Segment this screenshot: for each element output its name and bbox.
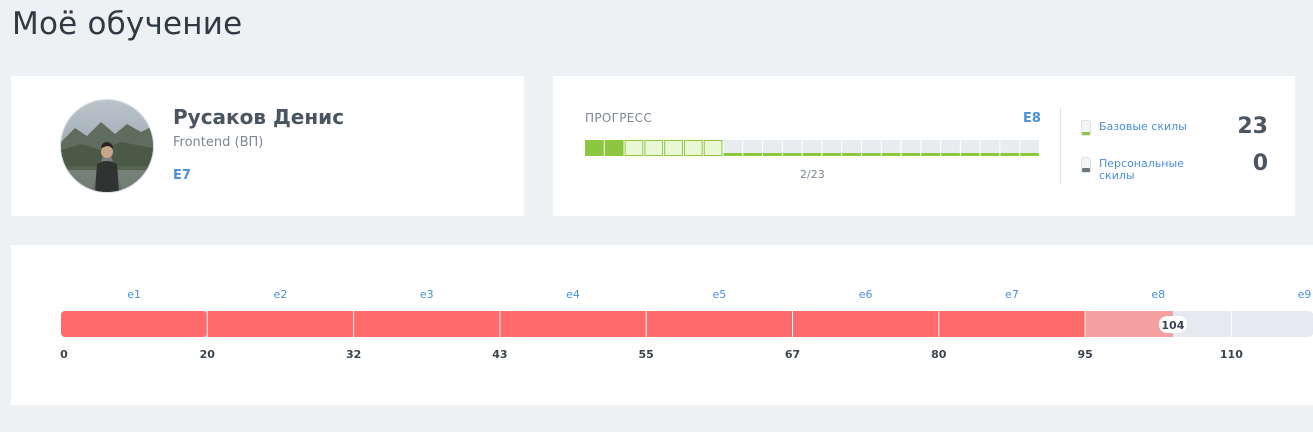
scale-tick-label: 0 bbox=[60, 348, 68, 361]
scale-divider bbox=[1084, 311, 1086, 337]
scale-divider bbox=[499, 311, 501, 337]
progress-segment-underline bbox=[960, 153, 980, 156]
progress-segment-underline bbox=[861, 153, 881, 156]
progress-segment bbox=[703, 140, 723, 156]
profile-level-link[interactable]: E7 bbox=[173, 168, 191, 183]
skill-bar-gray-icon bbox=[1081, 157, 1091, 173]
scale-level-label[interactable]: e6 bbox=[859, 288, 873, 301]
scale-level-fill bbox=[646, 311, 793, 337]
scale-tick-label: 110 bbox=[1220, 348, 1243, 361]
progress-segment-underline bbox=[763, 153, 782, 156]
progress-segment-underline bbox=[743, 153, 763, 156]
scale-tick-label: 55 bbox=[639, 348, 654, 361]
scale-level-fill bbox=[499, 311, 647, 337]
scale-tick-label: 43 bbox=[492, 348, 507, 361]
scale-tick-label: 95 bbox=[1077, 348, 1092, 361]
avatar[interactable] bbox=[61, 100, 153, 192]
scale-level-fill bbox=[353, 311, 500, 337]
scale-level-label[interactable]: e1 bbox=[127, 288, 141, 301]
level-scale-card: e1 0 e2 20 e3 32 e4 43 e5 55 e6 67 e7 80 104 e8 95 e9 110 bbox=[11, 245, 1313, 405]
progress-segment-underline bbox=[1000, 153, 1020, 156]
progress-segment-underline bbox=[1020, 153, 1039, 156]
progress-segment-underline bbox=[941, 153, 960, 156]
scale-tick-label: 32 bbox=[346, 348, 361, 361]
divider bbox=[1060, 108, 1061, 184]
progress-label: ПРОГРЕСС bbox=[585, 111, 652, 125]
progress-target-level[interactable]: E8 bbox=[1023, 111, 1041, 126]
scale-level-label[interactable]: e7 bbox=[1005, 288, 1019, 301]
progress-segment bbox=[664, 140, 683, 156]
progress-segment-underline bbox=[802, 153, 822, 156]
skill-bar-green-icon bbox=[1081, 120, 1091, 136]
progress-segment-underline bbox=[901, 153, 921, 156]
progress-count: 2/23 bbox=[800, 168, 825, 181]
progress-segment-underline bbox=[782, 153, 802, 156]
scale-level-fill bbox=[938, 311, 1086, 337]
scale-level-label[interactable]: e9 bbox=[1298, 288, 1312, 301]
scale-level-label[interactable]: e3 bbox=[420, 288, 434, 301]
scale-divider bbox=[792, 311, 793, 337]
progress-segment-underline bbox=[822, 153, 842, 156]
profile-name: Русаков Денис bbox=[173, 105, 345, 129]
scale-level-fill bbox=[61, 311, 208, 337]
scale-divider bbox=[353, 311, 355, 337]
scale-level-label[interactable]: e8 bbox=[1151, 288, 1165, 301]
scale-tick-label: 20 bbox=[200, 348, 216, 361]
scale-level-fill bbox=[207, 311, 354, 337]
profile-card: Русаков Денис Frontend (ВП) E7 bbox=[11, 76, 524, 216]
progress-segment-underline bbox=[723, 153, 743, 156]
page-title: Моё обучение bbox=[12, 6, 243, 42]
progress-segment-underline bbox=[881, 153, 901, 156]
scale-level-label[interactable]: e2 bbox=[274, 288, 288, 301]
scale-divider bbox=[645, 311, 647, 337]
scale-tick-label: 80 bbox=[931, 348, 947, 361]
progress-segment-bar bbox=[585, 140, 1040, 156]
progress-segment bbox=[624, 140, 644, 156]
user-photo-icon bbox=[61, 100, 153, 192]
scale-level-label[interactable]: e4 bbox=[566, 288, 580, 301]
skill-value-base: 23 bbox=[1237, 114, 1268, 139]
scale-tick-label: 67 bbox=[785, 348, 800, 361]
skill-value-personal: 0 bbox=[1252, 151, 1268, 176]
level-scale: e1 0 e2 20 e3 32 e4 43 e5 55 e6 67 e7 80 104 e8 95 e9 110 bbox=[60, 288, 1313, 361]
skill-label-base: Базовые скилы bbox=[1099, 120, 1187, 133]
progress-segment bbox=[604, 140, 624, 156]
progress-card: ПРОГРЕСС E8 2/23 Базовые скилы 23 Персон… bbox=[553, 76, 1295, 216]
current-value-label: 104 bbox=[1161, 319, 1184, 332]
scale-level-fill bbox=[792, 311, 939, 337]
skill-label-personal: Персональные скилы bbox=[1099, 157, 1184, 182]
progress-segment bbox=[683, 140, 703, 156]
scale-divider bbox=[1230, 311, 1232, 337]
progress-segment bbox=[585, 140, 604, 156]
progress-segment-underline bbox=[980, 153, 1000, 156]
progress-segment-underline bbox=[842, 153, 861, 156]
scale-level-label[interactable]: e5 bbox=[712, 288, 726, 301]
profile-role: Frontend (ВП) bbox=[173, 135, 264, 150]
scale-divider bbox=[206, 311, 208, 337]
progress-segment-underline bbox=[921, 153, 941, 156]
scale-divider bbox=[938, 311, 940, 337]
progress-segment bbox=[644, 140, 664, 156]
